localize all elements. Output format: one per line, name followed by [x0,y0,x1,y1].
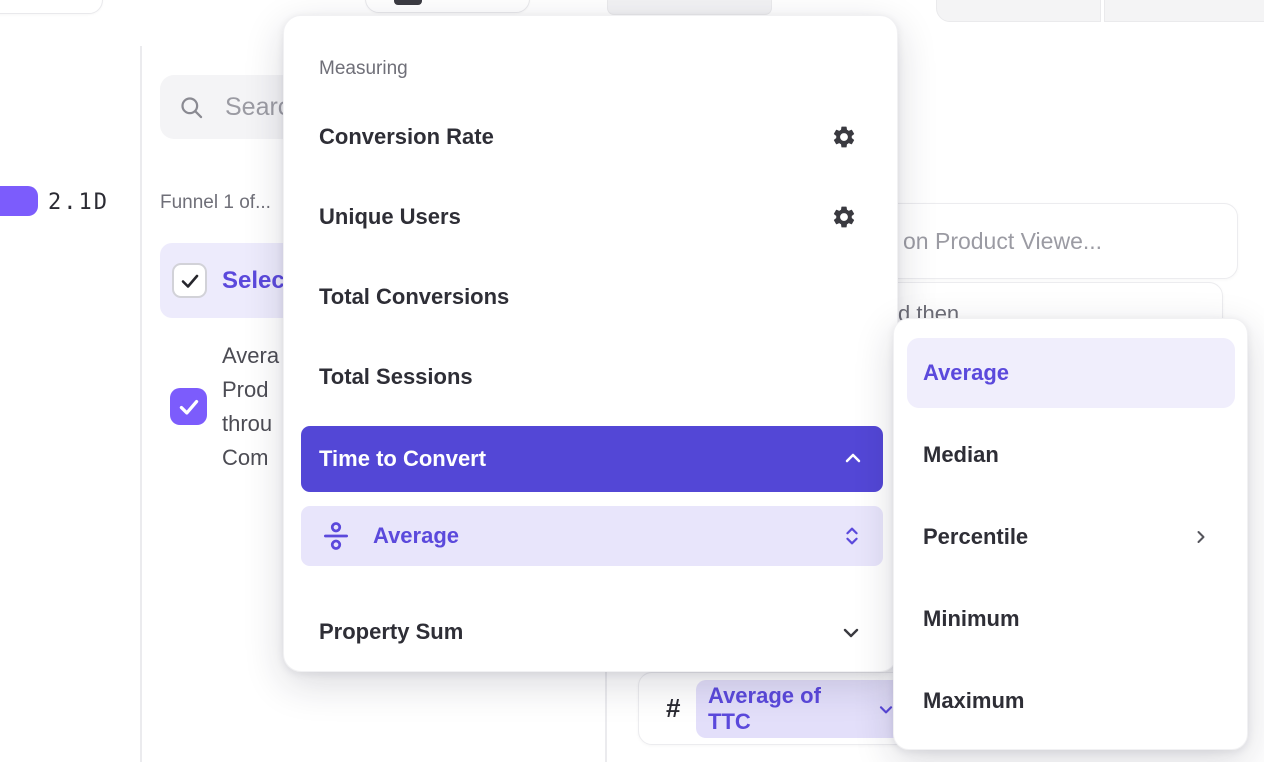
menu-item-property-sum[interactable]: Property Sum [301,608,883,656]
menu-subitem-label: Average [373,523,459,549]
funnel-counter-label: Funnel 1 of... [160,192,271,214]
checkmark-icon [178,269,202,293]
menu-item-time-to-convert[interactable]: Time to Convert [301,426,883,492]
menu-subitem-average[interactable]: Average [301,506,883,566]
menu-item-total-conversions[interactable]: Total Conversions [301,273,883,321]
menu-item-label: Property Sum [319,619,463,645]
app-screen: 2.1D Search Funnel 1 of... Selected [0,0,1264,762]
submenu-item-percentile[interactable]: Percentile [907,502,1235,572]
bottom-column-divider [605,672,607,762]
numeric-type-symbol: # [666,693,680,724]
submenu-item-label: Average [923,360,1009,386]
aggregation-menu: Average Median Percentile Minimum Maximu… [893,318,1248,750]
measuring-menu: Measuring Conversion Rate Unique Users T… [283,15,898,672]
top-toolbar-card [365,0,530,13]
step-badge-label: 2.1D [48,190,109,215]
measuring-menu-heading: Measuring [319,58,408,80]
chevron-updown-icon [841,523,863,549]
menu-item-label: Total Sessions [319,364,473,390]
submenu-item-minimum[interactable]: Minimum [907,584,1235,654]
gear-icon[interactable] [831,204,857,230]
metric-checkbox[interactable] [170,388,207,425]
left-panel-divider [140,46,142,762]
top-tab-gray [607,0,772,15]
average-of-ttc-label: Average of TTC [708,683,868,735]
gear-icon[interactable] [831,124,857,150]
average-icon [321,521,351,551]
menu-item-conversion-rate[interactable]: Conversion Rate [301,113,883,161]
submenu-item-maximum[interactable]: Maximum [907,666,1235,736]
select-all-checkbox[interactable] [172,263,207,298]
menu-item-label: Time to Convert [319,446,486,472]
menu-item-unique-users[interactable]: Unique Users [301,193,883,241]
search-icon [178,94,205,121]
chevron-right-icon [1191,527,1211,547]
menu-item-total-sessions[interactable]: Total Sessions [301,353,883,401]
menu-item-label: Conversion Rate [319,124,494,150]
event-step-label: on Product Viewe... [903,228,1102,255]
submenu-item-label: Minimum [923,606,1020,632]
submenu-item-average[interactable]: Average [907,338,1235,408]
top-right-cell-1 [936,0,1101,22]
toolbar-dark-segment [394,0,422,5]
step-badge [0,186,38,216]
menu-item-label: Unique Users [319,204,461,230]
submenu-item-label: Percentile [923,524,1028,550]
top-right-cell-2 [1104,0,1264,22]
measurement-box: # Average of TTC [638,672,918,745]
top-left-card [0,0,103,14]
submenu-item-label: Median [923,442,999,468]
menu-item-label: Total Conversions [319,284,509,310]
submenu-item-median[interactable]: Median [907,420,1235,490]
checkmark-icon [176,394,202,420]
average-of-ttc-dropdown[interactable]: Average of TTC [696,680,908,738]
submenu-item-label: Maximum [923,688,1024,714]
chevron-up-icon [841,447,865,471]
chevron-down-icon [839,620,863,644]
